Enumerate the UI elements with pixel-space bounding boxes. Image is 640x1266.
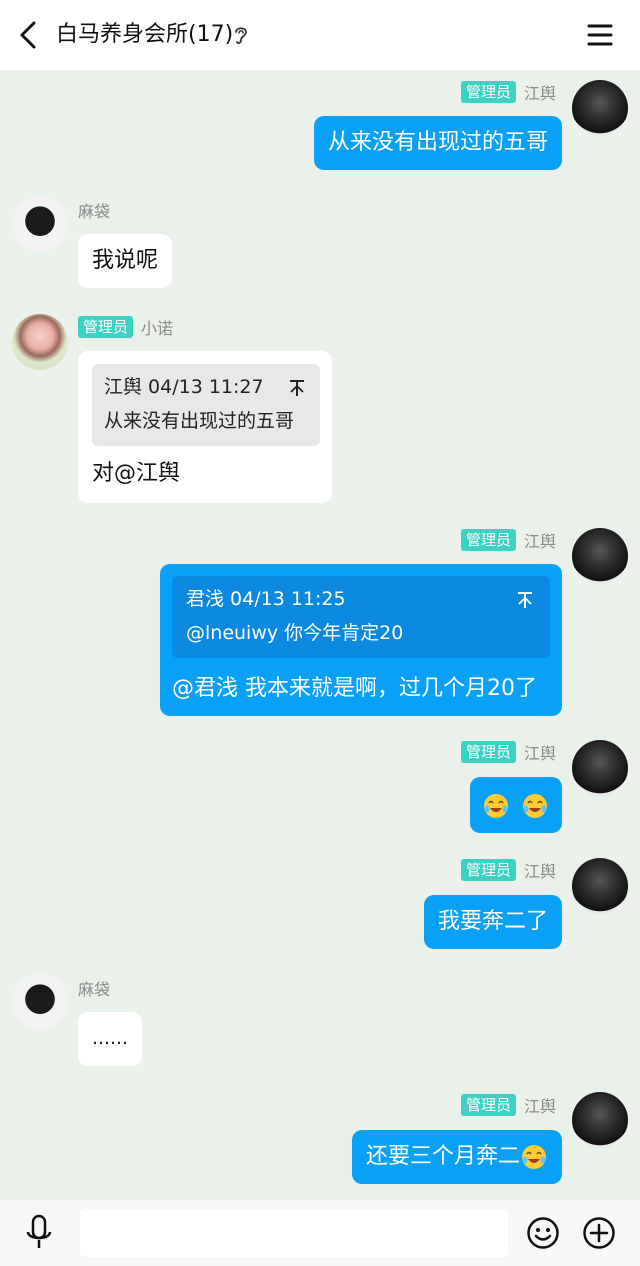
quoted-message[interactable]: 江舆 04/13 11:27 从来没有出现过的五哥 xyxy=(92,364,320,446)
sender-name: 小诺 xyxy=(141,319,174,338)
plus-icon[interactable] xyxy=(582,1216,616,1250)
jump-to-quote-icon[interactable] xyxy=(516,590,534,610)
message-bubble[interactable]: …… xyxy=(78,1012,142,1066)
sender-row: 管理员 江舆 xyxy=(460,858,556,882)
message-input[interactable] xyxy=(80,1209,508,1257)
message-text: 还要三个月奔二 xyxy=(365,1144,520,1169)
sender-name: 麻袋 xyxy=(78,202,111,221)
message-text: 对@江舆 xyxy=(92,461,181,486)
sender-row: 管理员 江舆 xyxy=(460,740,556,764)
avatar[interactable] xyxy=(12,196,68,252)
quote-meta: 江舆 04/13 11:27 xyxy=(104,376,264,398)
avatar[interactable] xyxy=(572,528,628,584)
ear-icon xyxy=(235,27,247,44)
input-bar xyxy=(0,1200,640,1266)
laughing-crying-emoji-icon xyxy=(484,794,508,818)
sender-row: 管理员 江舆 xyxy=(460,80,556,104)
avatar[interactable] xyxy=(12,314,68,370)
sender-row: 麻袋 xyxy=(78,976,110,1000)
sender-row: 管理员 江舆 xyxy=(460,1093,556,1117)
jump-to-quote-icon[interactable] xyxy=(288,378,306,398)
quote-meta: 君浅 04/13 11:25 xyxy=(186,588,346,610)
admin-badge: 管理员 xyxy=(460,859,516,881)
message-text: @君浅 我本来就是啊，过几个月20了 xyxy=(172,676,537,701)
message-bubble[interactable]: 君浅 04/13 11:25 @lneuiwy 你今年肯定20 @君浅 我本来就… xyxy=(160,564,562,716)
sender-row: 麻袋 xyxy=(78,198,110,222)
quote-text: @lneuiwy 你今年肯定20 xyxy=(186,622,404,644)
admin-badge: 管理员 xyxy=(78,316,134,338)
sender-name: 江舆 xyxy=(523,862,556,881)
message-bubble[interactable]: 还要三个月奔二 xyxy=(351,1130,562,1184)
avatar[interactable] xyxy=(572,740,628,796)
quote-text: 从来没有出现过的五哥 xyxy=(104,410,295,432)
sender-row: 管理员 江舆 xyxy=(460,528,556,552)
laughing-crying-emoji-icon xyxy=(523,794,547,818)
sender-row: 管理员 小诺 xyxy=(78,315,173,339)
message-bubble[interactable]: 从来没有出现过的五哥 xyxy=(313,116,562,170)
message-bubble[interactable]: 我要奔二了 xyxy=(423,895,562,949)
sender-name: 江舆 xyxy=(523,744,556,763)
avatar[interactable] xyxy=(572,858,628,914)
message-bubble[interactable]: 我说呢 xyxy=(78,234,173,288)
chat-header: 白马养身会所(17) xyxy=(0,0,640,70)
avatar[interactable] xyxy=(12,974,68,1030)
emoji-smile-icon[interactable] xyxy=(526,1216,560,1250)
message-bubble[interactable]: 江舆 04/13 11:27 从来没有出现过的五哥 对@江舆 xyxy=(78,351,332,503)
sender-name: 江舆 xyxy=(523,532,556,551)
chat-title[interactable]: 白马养身会所(17) xyxy=(56,20,233,50)
quoted-message[interactable]: 君浅 04/13 11:25 @lneuiwy 你今年肯定20 xyxy=(172,576,550,658)
sender-name: 江舆 xyxy=(523,1097,556,1116)
admin-badge: 管理员 xyxy=(460,741,516,763)
back-arrow-icon[interactable] xyxy=(14,20,42,50)
admin-badge: 管理员 xyxy=(460,1094,516,1116)
sender-name: 江舆 xyxy=(523,84,556,103)
sender-name: 麻袋 xyxy=(78,980,111,999)
menu-icon[interactable] xyxy=(586,22,614,48)
admin-badge: 管理员 xyxy=(460,81,516,103)
avatar[interactable] xyxy=(572,1092,628,1148)
admin-badge: 管理员 xyxy=(460,529,516,551)
message-bubble[interactable] xyxy=(470,777,562,833)
laughing-crying-emoji-icon xyxy=(522,1145,546,1169)
microphone-icon[interactable] xyxy=(24,1214,54,1252)
avatar[interactable] xyxy=(572,80,628,136)
